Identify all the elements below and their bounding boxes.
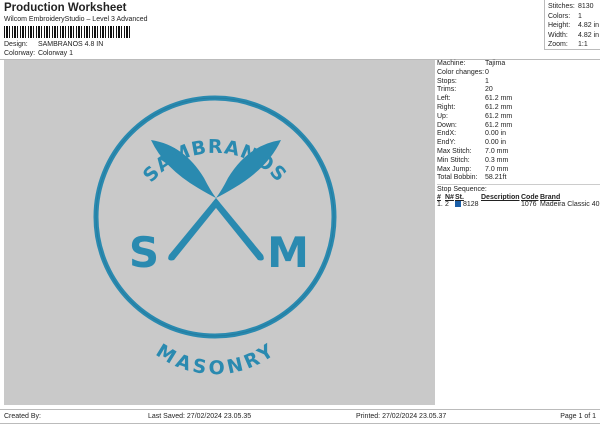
property-row: Max Stitch: 7.0 mm	[437, 148, 600, 157]
row-description	[481, 201, 521, 208]
property-row: EndX: 0.00 in	[437, 130, 600, 139]
property-label: Min Stitch:	[437, 156, 470, 164]
printed-date: Printed: 27/02/2024 23.05.37	[356, 413, 447, 420]
colorway-row: Colorway: Colorway 1	[4, 50, 73, 57]
col-num: #	[437, 194, 441, 202]
table-header: # N# St. Description Code Brand	[437, 194, 600, 201]
properties-panel: Machine: Tajima Color changes:0 Stops: 1 Trim…	[432, 60, 600, 405]
property-label: Down:	[437, 121, 457, 129]
property-value: 20	[485, 86, 493, 94]
property-value: 0.00 in	[485, 130, 507, 138]
colorway-value: Colorway 1	[37, 50, 73, 57]
design-preview: SAMBRANOS MASONRY S M	[4, 60, 432, 405]
property-row: Min Stitch: 0.3 mm	[437, 157, 600, 166]
col-description: Description	[481, 194, 520, 202]
property-row: Up: 61.2 mm	[437, 113, 600, 122]
property-label: Left:	[437, 95, 451, 103]
stat-stitches: Stitches: 8130	[548, 2, 600, 12]
software-name: Wilcom EmbroideryStudio – Level 3 Advanc…	[4, 16, 148, 23]
stat-width: Width: 4.82 in	[548, 31, 600, 41]
stat-label: Stitches:	[548, 3, 575, 10]
svg-text:MASONRY: MASONRY	[152, 340, 278, 380]
property-row: Trims: 20	[437, 86, 600, 95]
design-value: SAMBRANOS 4.8 IN	[37, 41, 104, 48]
row-stitches: 8128	[455, 201, 481, 208]
property-row: Machine: Tajima	[437, 60, 600, 69]
stat-value: 1	[578, 12, 582, 20]
stop-sequence-title: Stop Sequence:	[437, 184, 600, 194]
property-value: 1	[485, 77, 489, 85]
last-saved: Last Saved: 27/02/2024 23.05.35	[148, 413, 252, 420]
row-n: 2	[445, 201, 449, 209]
created-by: Created By:	[4, 413, 41, 420]
stat-value: 4.82 in	[578, 22, 600, 29]
stat-value: 8130	[578, 3, 594, 10]
logo-letter-m: M	[267, 228, 309, 277]
property-label: Max Stitch:	[437, 147, 472, 155]
stat-height: Height: 4.82 in	[548, 21, 600, 31]
property-row: Max Jump: 7.0 mm	[437, 166, 600, 175]
embroidery-design: SAMBRANOS MASONRY S M	[93, 95, 337, 380]
property-label: Stops:	[437, 77, 457, 85]
property-row: Total Bobbin: 58.21ft	[437, 174, 600, 183]
stop-sequence-table: # N# St. Description Code Brand 1. 2 812…	[437, 194, 600, 208]
stat-value: 4.82 in	[578, 31, 600, 39]
property-label: EndY:	[437, 139, 456, 147]
property-label: Right:	[437, 103, 456, 111]
page-number: Page 1 of 1	[560, 413, 596, 420]
property-label: Max Jump:	[437, 165, 472, 173]
property-value: 61.2 mm	[485, 121, 513, 129]
property-value: 61.2 mm	[485, 95, 513, 103]
table-row: 1. 2 8128 1076 Madeira Classic 40	[437, 201, 600, 208]
property-row: EndY: 0.00 in	[437, 139, 600, 148]
outer-ring	[93, 95, 337, 339]
property-value: Tajima	[485, 60, 506, 67]
row-code: 1076	[521, 201, 537, 209]
stat-value: 1:1	[578, 41, 588, 48]
property-row: Down: 61.2 mm	[437, 122, 600, 131]
colorway-label: Colorway:	[4, 50, 36, 57]
col-n: N#	[445, 194, 454, 202]
property-row: Left: 61.2 mm	[437, 95, 600, 104]
property-label: Color changes:	[437, 68, 485, 76]
stitch-count: 8128	[462, 201, 479, 209]
stats-box: Stitches: 8130 Colors: 1 Height: 4.82 in Wi…	[544, 0, 600, 50]
property-value: 61.2 mm	[485, 112, 513, 120]
stat-colors: Colors: 1	[548, 12, 600, 22]
property-value: 7.0 mm	[485, 165, 509, 173]
row-brand: Madeira Classic 40	[540, 201, 600, 209]
property-value: 58.21ft	[485, 174, 507, 182]
stat-zoom: Zoom: 1:1	[548, 40, 600, 50]
stat-label: Height:	[548, 22, 571, 29]
property-value: 0.00 in	[485, 139, 507, 147]
property-row: Right: 61.2 mm	[437, 104, 600, 113]
row-num: 1.	[437, 201, 443, 209]
property-label: Machine:	[437, 60, 466, 67]
col-stitches: St.	[455, 194, 464, 202]
property-label: Trims:	[437, 86, 457, 94]
stat-label: Width:	[548, 31, 568, 39]
property-label: Total Bobbin:	[437, 174, 478, 182]
property-value: 0.3 mm	[485, 156, 509, 164]
footer: Created By: Last Saved: 27/02/2024 23.05…	[0, 409, 600, 424]
property-row: Stops: 1	[437, 78, 600, 87]
property-value: 0	[485, 68, 489, 76]
design-row: Design: SAMBRANOS 4.8 IN	[4, 41, 103, 48]
barcode	[4, 26, 130, 38]
col-brand: Brand	[540, 194, 561, 202]
property-value: 7.0 mm	[485, 147, 509, 155]
stat-label: Zoom:	[548, 41, 568, 48]
design-label: Design:	[4, 41, 28, 48]
logo-bottom-text: MASONRY	[152, 340, 277, 380]
property-row: Color changes:0	[437, 69, 600, 78]
property-value: 61.2 mm	[485, 103, 513, 111]
logo-letter-s: S	[129, 228, 159, 277]
property-label: EndX:	[437, 130, 457, 138]
color-swatch	[455, 201, 461, 208]
stat-label: Colors:	[548, 12, 571, 20]
page-title: Production Worksheet	[4, 2, 127, 14]
property-label: Up:	[437, 112, 448, 120]
col-code: Code	[521, 194, 539, 202]
